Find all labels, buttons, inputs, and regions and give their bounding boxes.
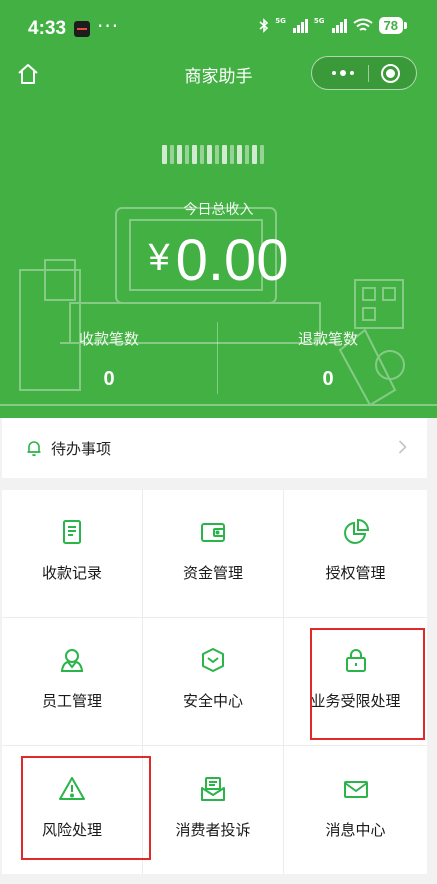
person-icon bbox=[60, 649, 84, 672]
collect-count-value: 0 bbox=[103, 368, 115, 390]
feature-grid: 收款记录 资金管理 授权管理 员工管理 安全中心 业务受限处理 风险处理 消费者… bbox=[2, 490, 427, 874]
todo-label: 待办事项 bbox=[51, 440, 112, 458]
complaint-icon bbox=[201, 776, 225, 801]
menu-item-label: 业务受限处理 bbox=[310, 692, 401, 710]
signal-icon-2 bbox=[331, 18, 347, 33]
receipt-icon bbox=[63, 520, 81, 544]
collect-count-label: 收款笔数 bbox=[78, 330, 139, 348]
wifi-icon bbox=[352, 18, 373, 31]
menu-item-label: 资金管理 bbox=[182, 564, 243, 582]
wallet-icon bbox=[201, 523, 225, 542]
income-amount: ¥0.00 bbox=[0, 222, 437, 297]
menu-item-authorization[interactable]: 授权管理 bbox=[284, 490, 427, 618]
network-type-label: 5G bbox=[275, 17, 286, 25]
more-options-button[interactable] bbox=[322, 57, 364, 89]
lock-icon bbox=[345, 649, 366, 672]
signal-icon bbox=[292, 18, 308, 33]
menu-item-label: 员工管理 bbox=[41, 692, 102, 710]
battery-icon bbox=[404, 22, 407, 29]
menu-item-collect-records[interactable]: 收款记录 bbox=[2, 490, 143, 618]
menu-item-consumer-complaint[interactable]: 消费者投诉 bbox=[143, 746, 284, 874]
chevron-right-icon bbox=[398, 440, 407, 454]
menu-item-message-center[interactable]: 消息中心 bbox=[284, 746, 427, 874]
summary-header: 4:33 ··· 5G 5G 78 商家助手 今日总收入 ¥0.00 收款笔数 … bbox=[0, 0, 437, 418]
status-time: 4:33 bbox=[28, 18, 67, 39]
todo-row[interactable]: 待办事项 bbox=[2, 418, 427, 478]
income-label: 今日总收入 bbox=[183, 202, 254, 218]
warning-icon bbox=[59, 776, 85, 800]
status-bar: 4:33 ··· 5G 5G 78 bbox=[0, 0, 437, 56]
refund-count-stat[interactable]: 退款笔数 0 bbox=[219, 328, 437, 391]
menu-item-label: 风险处理 bbox=[41, 820, 102, 839]
menu-item-risk-handling[interactable]: 风险处理 bbox=[2, 746, 143, 874]
refund-count-label: 退款笔数 bbox=[297, 330, 358, 348]
navigation-bar: 商家助手 bbox=[0, 56, 437, 92]
menu-item-label: 授权管理 bbox=[325, 564, 386, 582]
bell-icon bbox=[27, 441, 41, 457]
bluetooth-icon bbox=[259, 18, 269, 33]
app-notification-icon bbox=[74, 21, 90, 37]
battery-level: 78 bbox=[378, 17, 403, 34]
pie-chart-icon bbox=[343, 518, 369, 544]
system-indicators: 5G 5G 78 bbox=[259, 17, 407, 34]
menu-item-staff-management[interactable]: 员工管理 bbox=[2, 618, 143, 746]
menu-item-security-center[interactable]: 安全中心 bbox=[143, 618, 284, 746]
refund-count-value: 0 bbox=[322, 368, 334, 390]
merchant-name-masked bbox=[162, 145, 264, 164]
status-more-indicator: ··· bbox=[97, 14, 120, 38]
menu-item-label: 消费者投诉 bbox=[175, 820, 251, 839]
menu-item-business-restriction[interactable]: 业务受限处理 bbox=[284, 618, 427, 746]
menu-item-label: 安全中心 bbox=[182, 692, 243, 710]
network-type-label-2: 5G bbox=[313, 17, 325, 25]
miniprogram-capsule bbox=[311, 56, 417, 90]
collect-count-stat[interactable]: 收款笔数 0 bbox=[0, 328, 218, 391]
mail-icon bbox=[343, 780, 368, 798]
stat-divider bbox=[217, 322, 218, 394]
menu-item-label: 消息中心 bbox=[325, 820, 386, 839]
close-miniprogram-button[interactable] bbox=[381, 64, 400, 83]
menu-item-fund-management[interactable]: 资金管理 bbox=[143, 490, 284, 618]
currency-symbol: ¥ bbox=[148, 237, 170, 279]
shield-icon bbox=[202, 648, 224, 672]
capsule-divider bbox=[368, 65, 369, 82]
income-value: 0.00 bbox=[175, 228, 289, 293]
menu-item-label: 收款记录 bbox=[41, 564, 102, 582]
